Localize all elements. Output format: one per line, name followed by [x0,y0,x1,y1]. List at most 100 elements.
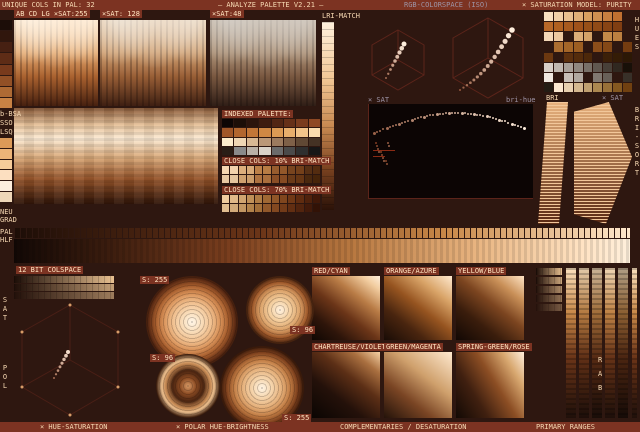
primary-ramp-4 [536,295,562,302]
comp-cell-yellow-blue [456,276,524,340]
swatch [288,175,296,183]
swatch [304,166,312,174]
dot [385,127,389,131]
dot [401,41,407,47]
primary-bar-3 [592,268,602,418]
bri-axis-label: BRI [546,94,559,102]
swatch [230,175,238,183]
swatch [255,175,263,183]
swatch [583,22,593,32]
footer-polar-hue-brightness: × POLAR HUE-BRIGHTNESS [176,423,269,431]
dot [20,330,24,334]
hue-brightness-panel-sat48 [210,20,316,106]
dot [466,112,469,115]
dot [68,413,72,417]
comp-cell-chartreuse-violet [312,352,380,418]
comp-label-red-cyan: RED/CYAN [312,267,350,275]
dot [66,350,70,354]
swatch [573,22,583,32]
mode-pal[interactable]: PAL [0,228,13,236]
swatch [222,204,230,212]
dot [386,163,388,165]
dot [429,114,432,117]
sat48-caption[interactable]: ×SAT:48 [210,10,244,18]
swatch [0,97,12,108]
dot [438,112,441,115]
left-palette-strip-2[interactable] [0,138,12,202]
swatch [623,72,632,82]
comp-label-chartreuse-violet: CHARTREUSE/VIOLET [312,343,388,351]
primary-ramp-2 [536,277,562,284]
primary-bar-4 [605,268,615,418]
unique-cols-label: UNIQUE COLS IN PAL: 32 [2,1,95,9]
sat-axis-label: × SAT [368,96,390,104]
hue-brightness-smooth-map [14,108,218,204]
dot [501,119,504,122]
dot [485,63,490,68]
colorspace-heading: RGB-COLORSPACE (ISO) [404,1,489,9]
comp-label-orange-azure: ORANGE/AZURE [384,267,439,275]
left-palette-strip[interactable] [0,20,12,108]
dot [380,151,382,153]
mode-grad[interactable]: GRAD [0,216,17,224]
comp-label-green-magenta: GREEN/MAGENTA [384,343,443,351]
polar-label-1: S: 96 [290,326,316,334]
swatch [603,32,613,42]
swatch [238,204,246,212]
swatch [288,204,296,212]
indexed-palette-grid[interactable] [222,119,320,155]
swatch [573,72,583,82]
left-tag-0: b-BSA [0,110,22,118]
swatch [573,82,583,92]
swatch [234,137,246,146]
dot [388,126,391,129]
colspace12-ramp-2 [14,284,114,291]
swatch [593,52,603,62]
swatch [563,72,573,82]
footer-bar: × HUE-SATURATION × POLAR HUE-BRIGHTNESS … [0,422,640,432]
plot-marker-dash [373,150,395,151]
dot [519,125,522,128]
footer-hue-saturation: × HUE-SATURATION [40,423,108,431]
dot [382,128,385,131]
swatch [279,175,287,183]
swatch [623,52,632,62]
dot [463,112,466,115]
swatch [583,62,593,72]
swatch [0,64,12,75]
mode-neu[interactable]: NEU [0,208,13,216]
dot [499,44,505,50]
mode-hlf[interactable]: HLF [0,236,13,244]
sat128-caption[interactable]: ×SAT: 128 [100,10,142,18]
dot [465,84,469,87]
colspace12-ramp-1 [14,276,114,283]
dot [426,114,429,117]
bri-match-strip [322,22,334,210]
swatch [259,137,271,146]
dot [381,154,383,156]
primary-ramp-1 [536,268,562,275]
swatch [613,52,623,62]
analyze-palette-app: UNIQUE COLS IN PAL: 32 — ANALYZE PALETTE… [0,0,640,432]
sat255-caption[interactable]: AB CD LG ×SAT:255 [14,10,90,18]
dot [407,119,410,122]
dot [476,113,479,116]
swatch [259,128,271,137]
swatch [553,32,563,42]
swatch [623,22,632,32]
swatch [246,146,259,155]
swatch [0,159,12,170]
swatch [255,204,263,212]
dot [488,116,491,119]
swatch [613,62,623,72]
swatch [544,62,553,72]
comp-cell-orange-azure [384,276,452,340]
swatch [0,148,12,159]
swatch [296,166,304,174]
dot [494,117,497,120]
primary-bar-1 [566,268,576,418]
dot [432,113,435,116]
dot [54,373,58,376]
dot [68,303,72,307]
swatch [0,75,12,86]
